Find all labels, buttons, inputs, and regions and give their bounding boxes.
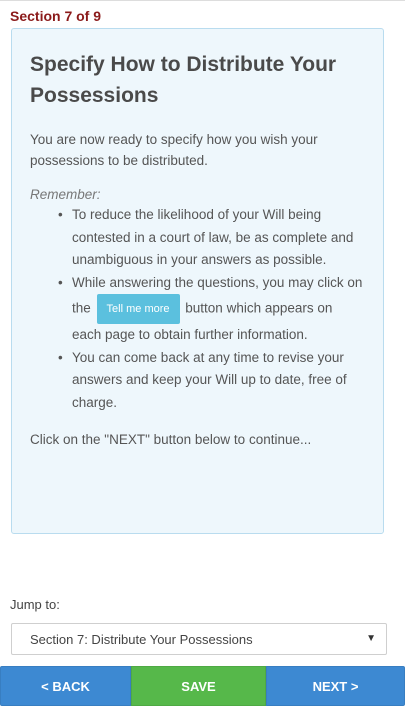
back-button[interactable]: < BACK	[0, 666, 131, 706]
intro-text: You are now ready to specify how you wis…	[30, 132, 318, 168]
tip-item: To reduce the likelihood of your Will be…	[58, 204, 365, 272]
jump-to-select[interactable]: Section 7: Distribute Your Possessions ▼	[11, 623, 387, 655]
card-title: Specify How to Distribute Your Possessio…	[30, 53, 337, 107]
tell-me-more-button[interactable]: Tell me more	[96, 294, 180, 324]
tips-list: To reduce the likelihood of your Will be…	[30, 204, 365, 414]
jump-to-label: Jump to:	[10, 597, 60, 612]
bottom-nav-bar: < BACK SAVE NEXT >	[0, 666, 405, 706]
tip-item: While answering the questions, you may c…	[58, 272, 365, 347]
jump-selected-value: Section 7: Distribute Your Possessions	[30, 632, 253, 647]
section-progress-label: Section 7 of 9	[10, 8, 102, 24]
next-button[interactable]: NEXT >	[266, 666, 405, 706]
top-divider	[0, 0, 405, 1]
continue-instruction: Click on the "NEXT" button below to cont…	[30, 432, 312, 447]
save-button[interactable]: SAVE	[131, 666, 266, 706]
tip-item: You can come back at any time to revise …	[58, 347, 365, 415]
instructions-card: Specify How to Distribute Your Possessio…	[11, 28, 384, 534]
remember-label: Remember:	[30, 187, 101, 202]
caret-down-icon: ▼	[366, 633, 376, 644]
